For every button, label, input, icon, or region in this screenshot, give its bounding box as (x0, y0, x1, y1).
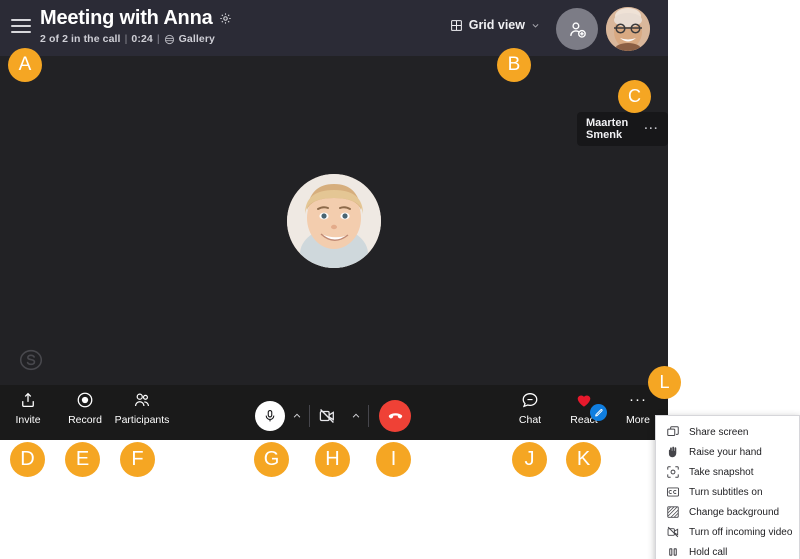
chat-label: Chat (518, 414, 542, 426)
participants-icon (133, 391, 151, 409)
more-dots-icon: ··· (629, 391, 647, 408)
menu-item-change-background[interactable]: Change background (656, 502, 799, 522)
status-separator-1: | (124, 33, 128, 45)
annotation-marker-c: C (618, 80, 651, 113)
title-block: Meeting with Anna 2 of 2 in the call | 0… (40, 7, 232, 45)
chevron-up-icon (293, 413, 301, 418)
grid-view-label: Grid view (468, 18, 525, 32)
camera-toggle-button[interactable] (310, 401, 344, 431)
menu-label-hold-call: Hold call (689, 546, 728, 558)
invite-label: Invite (15, 414, 41, 426)
annotation-marker-i: I (376, 442, 411, 477)
menu-label-raise-hand: Raise your hand (689, 446, 762, 458)
microphone-options-button[interactable] (285, 401, 309, 431)
call-status-line: 2 of 2 in the call | 0:24 | Gallery (40, 33, 232, 45)
hamburger-menu-icon[interactable] (10, 17, 32, 35)
annotation-marker-j: J (512, 442, 547, 477)
heart-icon (575, 391, 593, 409)
annotation-marker-h: H (315, 442, 350, 477)
microphone-toggle-button[interactable] (255, 401, 285, 431)
record-label: Record (68, 414, 102, 426)
avatar-image-anna (287, 173, 381, 268)
gear-icon[interactable] (219, 12, 232, 25)
screenshot-root: Meeting with Anna 2 of 2 in the call | 0… (0, 0, 800, 559)
menu-label-turn-subtitles-on: Turn subtitles on (689, 486, 763, 498)
avatar-center-participant (287, 173, 381, 268)
name-chip-remote[interactable]: Maarten Smenk ··· (577, 112, 668, 146)
avatar-image-self (606, 7, 650, 51)
add-person-icon (568, 20, 587, 39)
annotation-marker-g: G (254, 442, 289, 477)
menu-item-turn-subtitles-on[interactable]: Turn subtitles on (656, 482, 799, 502)
chevron-up-icon (352, 413, 360, 418)
annotation-marker-a: A (8, 48, 42, 82)
end-call-icon (388, 412, 402, 418)
end-call-button[interactable] (379, 400, 411, 432)
menu-label-share-screen: Share screen (689, 426, 749, 438)
video-stage: Maarten Smenk ··· Anna Davies ··· (0, 56, 668, 430)
participant-count: 2 of 2 in the call (40, 33, 121, 45)
share-icon (19, 391, 37, 409)
menu-label-take-snapshot: Take snapshot (689, 466, 754, 478)
grid-icon (450, 19, 463, 32)
remote-participant-menu-icon[interactable]: ··· (644, 124, 659, 135)
chat-icon (521, 391, 539, 409)
change-background-icon (666, 505, 680, 519)
skype-logo (18, 347, 44, 373)
call-duration: 0:24 (131, 33, 153, 45)
skype-call-window: Meeting with Anna 2 of 2 in the call | 0… (0, 0, 668, 440)
camera-off-icon (319, 409, 334, 423)
pencil-icon (594, 408, 603, 416)
hand-icon (666, 445, 680, 459)
menu-item-hold-call[interactable]: Hold call (656, 542, 799, 559)
more-label: More (626, 414, 650, 426)
participants-label: Participants (114, 414, 170, 426)
menu-item-turn-off-incoming-video[interactable]: Turn off incoming video (656, 522, 799, 542)
annotation-marker-l: L (648, 366, 681, 399)
layout-label: Gallery (178, 33, 215, 45)
annotation-marker-b: B (497, 48, 531, 82)
call-controls-cluster (255, 400, 411, 432)
closed-captions-icon (666, 485, 680, 499)
call-header: Meeting with Anna 2 of 2 in the call | 0… (0, 0, 668, 56)
menu-item-raise-hand[interactable]: Raise your hand (656, 442, 799, 462)
grid-view-button[interactable]: Grid view (450, 18, 540, 32)
page-title: Meeting with Anna (40, 7, 213, 29)
microphone-icon (265, 409, 275, 422)
menu-item-share-screen[interactable]: Share screen (656, 422, 799, 442)
camera-options-button[interactable] (344, 401, 368, 431)
more-options-menu: Share screen Raise your hand Take snapsh… (655, 415, 800, 559)
control-divider-2 (368, 405, 369, 427)
status-separator-2: | (156, 33, 160, 45)
snapshot-icon (666, 465, 680, 479)
remote-participant-name: Maarten Smenk (586, 117, 629, 141)
react-edit-badge[interactable] (590, 404, 607, 421)
hold-icon (666, 545, 680, 559)
add-person-button[interactable] (556, 8, 598, 50)
annotation-marker-f: F (120, 442, 155, 477)
menu-label-change-background: Change background (689, 506, 780, 518)
gallery-icon (164, 34, 175, 45)
annotation-marker-e: E (65, 442, 100, 477)
chevron-down-icon (531, 21, 540, 30)
participants-button[interactable]: Participants (110, 391, 174, 426)
record-button[interactable]: Record (53, 391, 117, 426)
invite-button[interactable]: Invite (0, 391, 60, 426)
avatar-self[interactable] (606, 7, 650, 51)
record-icon (76, 391, 94, 409)
annotation-marker-k: K (566, 442, 601, 477)
annotation-marker-d: D (10, 442, 45, 477)
menu-label-turn-off-incoming-video: Turn off incoming video (689, 526, 793, 538)
menu-item-take-snapshot[interactable]: Take snapshot (656, 462, 799, 482)
title-row: Meeting with Anna (40, 7, 232, 30)
video-off-icon (666, 525, 680, 539)
share-screen-icon (666, 425, 680, 439)
